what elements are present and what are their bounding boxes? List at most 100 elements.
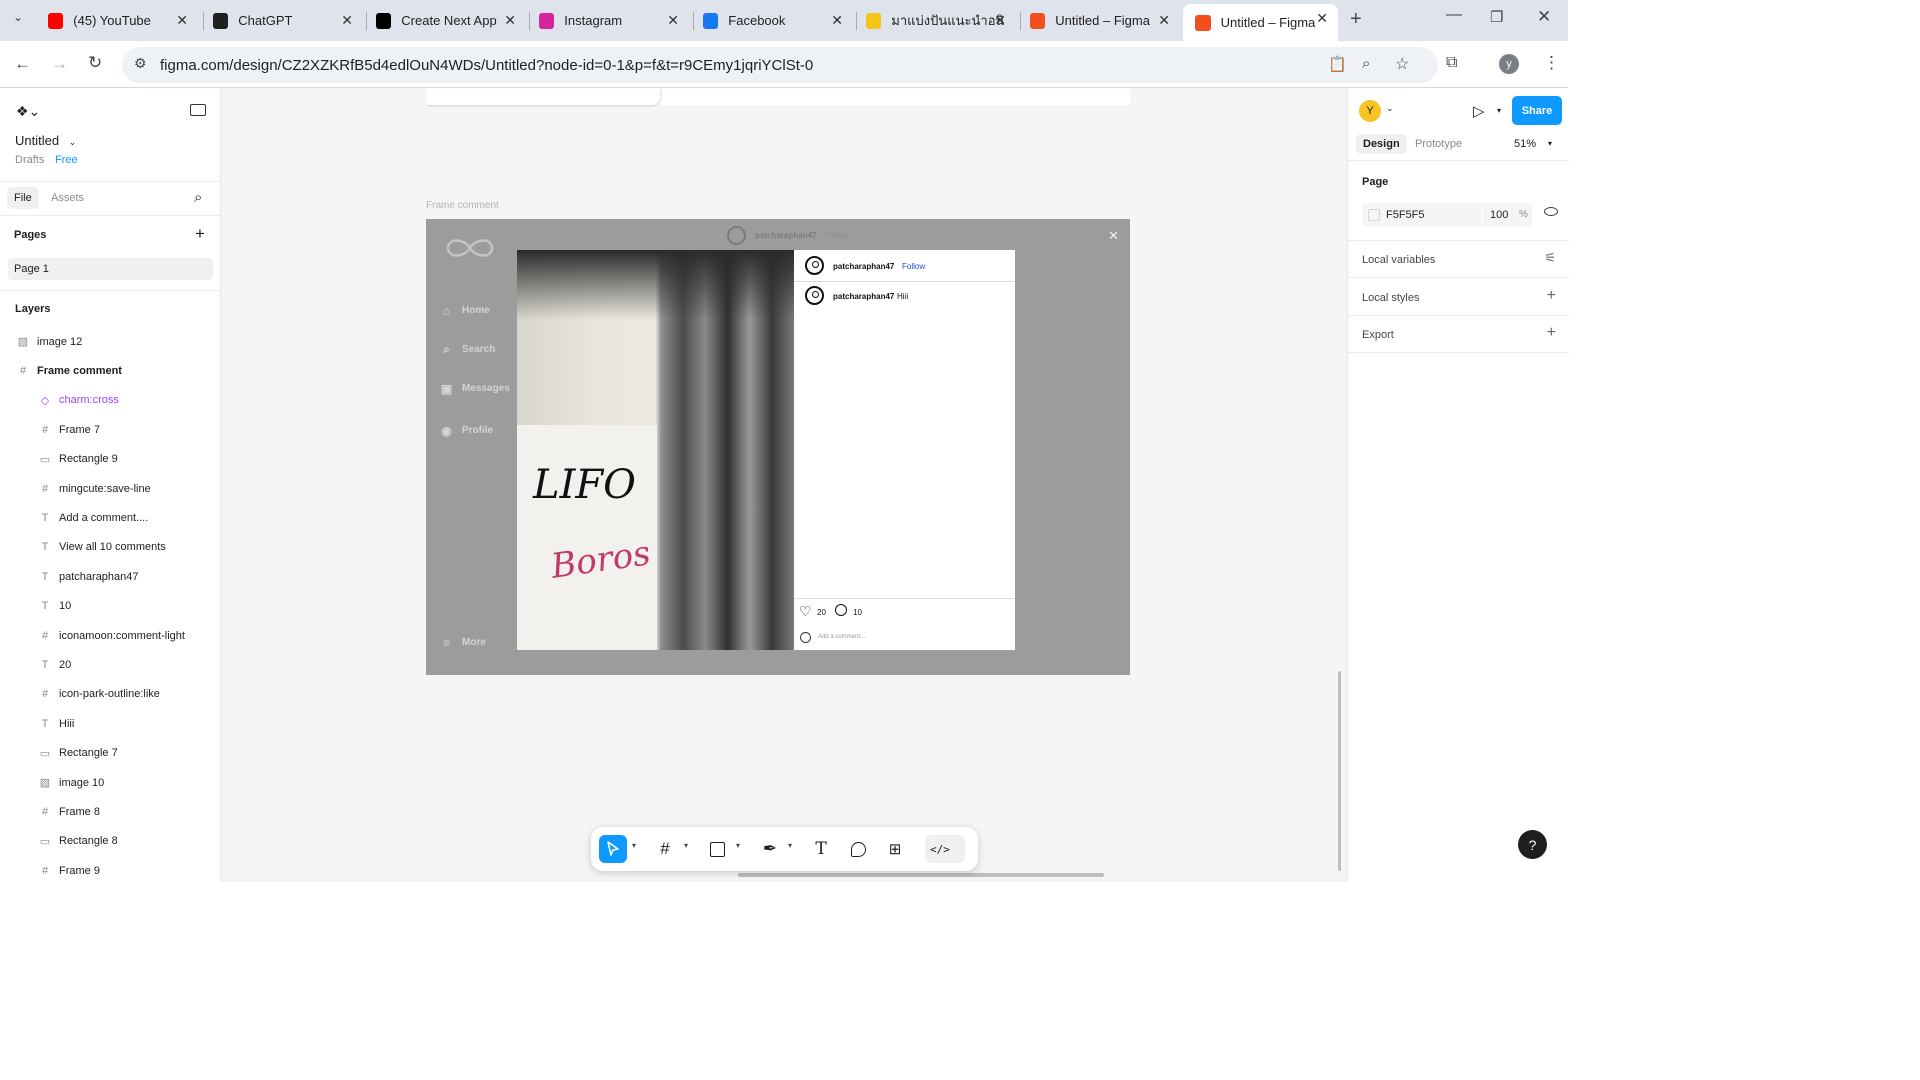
move-tool-button[interactable]	[599, 835, 627, 863]
url-omnibox[interactable]: ⚙ figma.com/design/CZ2XZKRfB5d4edlOuN4WD…	[122, 47, 1438, 83]
layer-row[interactable]: T Hiii	[0, 709, 220, 738]
present-play-icon[interactable]: ▷	[1473, 102, 1485, 120]
avatar-chevron-icon[interactable]: ⌄	[1386, 103, 1394, 114]
layer-row[interactable]: T View all 10 comments	[0, 533, 220, 562]
close-window-icon[interactable]: ✕	[1537, 7, 1551, 27]
browser-tab[interactable]: (45) YouTube ✕	[48, 6, 188, 35]
frame-comment[interactable]: ⌂ Home ⌕ Search ▣ Messages ◉ Profile ≡ More p…	[426, 219, 1130, 675]
tab-file[interactable]: File	[7, 187, 39, 209]
layer-row[interactable]: # mingcute:save-line	[0, 474, 220, 503]
page-color-swatch[interactable]	[1368, 209, 1380, 221]
text-tool-button[interactable]: T	[807, 835, 835, 863]
layer-row[interactable]: # Frame 9	[0, 856, 220, 882]
export-label[interactable]: Export	[1362, 329, 1394, 341]
comment-tool-button[interactable]	[844, 835, 872, 863]
close-tab-icon[interactable]: ✕	[341, 12, 353, 29]
layer-row[interactable]: ▭ Rectangle 9	[0, 445, 220, 474]
horizontal-scrollbar[interactable]	[738, 873, 1104, 877]
frame-tool-chevron-icon[interactable]: ▾	[684, 841, 688, 850]
layer-row[interactable]: T Add a comment....	[0, 503, 220, 532]
local-styles-label[interactable]: Local styles	[1362, 292, 1419, 304]
add-export-plus-icon[interactable]: +	[1547, 324, 1556, 342]
move-tool-chevron-icon[interactable]: ▾	[632, 841, 636, 850]
tab-assets[interactable]: Assets	[51, 192, 84, 204]
browser-tab[interactable]: Untitled – Figma ✕	[1030, 6, 1170, 35]
site-settings-icon[interactable]: ⚙	[134, 55, 147, 72]
post-username[interactable]: patcharaphan47	[833, 262, 894, 271]
shape-tool-button[interactable]	[703, 835, 731, 863]
add-page-plus-icon[interactable]: +	[195, 224, 205, 244]
add-style-plus-icon[interactable]: +	[1547, 287, 1556, 305]
forward-arrow-icon[interactable]: →	[51, 54, 68, 74]
nav-home[interactable]: ⌂ Home	[440, 304, 490, 318]
actions-tool-button[interactable]: ⊞	[881, 835, 909, 863]
add-comment-input[interactable]: Add a comment....	[818, 634, 867, 640]
back-arrow-icon[interactable]: ←	[14, 54, 31, 74]
new-tab-plus-icon[interactable]: +	[1350, 8, 1362, 31]
close-tab-icon[interactable]: ✕	[504, 12, 516, 29]
local-variables-label[interactable]: Local variables	[1362, 254, 1435, 266]
frame-tool-button[interactable]: #	[651, 835, 679, 863]
nav-messages[interactable]: ▣ Messages	[440, 382, 510, 396]
figma-main-menu-icon[interactable]: ❖⌄	[16, 103, 40, 120]
close-tab-icon[interactable]: ✕	[1316, 10, 1328, 27]
tab-prototype[interactable]: Prototype	[1415, 138, 1462, 150]
browser-tab[interactable]: มาแบ่งปันแนะนำอนิ ✕	[866, 6, 1006, 35]
clipboard-icon[interactable]: 📋	[1328, 55, 1347, 73]
layer-row[interactable]: ▭ Rectangle 7	[0, 739, 220, 768]
extensions-icon[interactable]: ⧉	[1446, 54, 1457, 72]
page-item-page-1[interactable]: Page 1	[8, 258, 213, 280]
layer-row[interactable]: ▨ image 10	[0, 768, 220, 797]
nav-profile[interactable]: ◉ Profile	[440, 424, 493, 438]
emoji-smile-icon[interactable]	[800, 632, 811, 643]
profile-avatar[interactable]: y	[1499, 54, 1519, 74]
browser-tab[interactable]: Instagram ✕	[539, 6, 679, 35]
url-text[interactable]: figma.com/design/CZ2XZKRfB5d4edlOuN4WDs/…	[160, 57, 813, 74]
zoom-level[interactable]: 51%	[1514, 138, 1536, 150]
visibility-eye-icon[interactable]	[1544, 207, 1558, 216]
layer-row[interactable]: T 20	[0, 650, 220, 679]
frame-label[interactable]: Frame comment	[426, 200, 499, 211]
page-opacity[interactable]: 100	[1490, 209, 1508, 221]
browser-menu-icon[interactable]: ⋮	[1543, 53, 1560, 73]
layer-row[interactable]: # icon-park-outline:like	[0, 680, 220, 709]
close-tab-icon[interactable]: ✕	[831, 12, 843, 29]
reload-icon[interactable]: ↻	[88, 53, 102, 73]
tab-search-chevron-icon[interactable]: ⌄	[13, 10, 23, 24]
bookmark-star-icon[interactable]: ☆	[1395, 54, 1409, 74]
browser-tab[interactable]: Facebook ✕	[703, 6, 843, 35]
design-canvas[interactable]: Frame comment ⌂ Home ⌕ Search ▣ Messages ◉ P…	[221, 88, 1347, 882]
browser-tab[interactable]: ChatGPT ✕	[213, 6, 353, 35]
restore-icon[interactable]: ❐	[1490, 8, 1503, 26]
layer-row[interactable]: # iconamoon:comment-light	[0, 621, 220, 650]
follow-link[interactable]: Follow	[902, 262, 925, 271]
layer-row[interactable]: ▭ Rectangle 8	[0, 827, 220, 856]
close-tab-icon[interactable]: ✕	[176, 12, 188, 29]
tab-design[interactable]: Design	[1356, 134, 1407, 154]
page-color-field[interactable]: F5F5F5 100 %	[1362, 203, 1532, 227]
comment-avatar[interactable]	[805, 286, 824, 305]
pen-tool-button[interactable]: ✒	[756, 835, 784, 863]
shape-tool-chevron-icon[interactable]: ▾	[736, 841, 740, 850]
share-button[interactable]: Share	[1512, 96, 1562, 125]
layer-row[interactable]: Tpatcharaphan47	[0, 562, 220, 591]
file-location[interactable]: Drafts	[15, 154, 44, 166]
toggle-sidebar-icon[interactable]	[190, 104, 206, 116]
help-button[interactable]: ?	[1518, 830, 1547, 859]
dev-mode-toggle[interactable]: </>	[925, 835, 965, 863]
zoom-chevron-icon[interactable]: ▾	[1548, 139, 1552, 148]
layer-row[interactable]: ▨ image 12	[0, 327, 220, 356]
nav-more[interactable]: ≡ More	[440, 636, 486, 650]
post-author-avatar[interactable]	[805, 256, 824, 275]
comment-username[interactable]: patcharaphan47	[833, 292, 894, 301]
page-color-hex[interactable]: F5F5F5	[1386, 209, 1425, 221]
layer-row[interactable]: # Frame comment	[0, 356, 220, 385]
user-avatar[interactable]: Y	[1359, 100, 1381, 122]
layer-row[interactable]: # Frame 7	[0, 415, 220, 444]
browser-tab[interactable]: Create Next App ✕	[376, 6, 516, 35]
present-chevron-icon[interactable]: ▾	[1497, 106, 1501, 115]
nav-search[interactable]: ⌕ Search	[440, 342, 495, 356]
zoom-icon[interactable]: ⌕	[1362, 55, 1370, 72]
layer-row[interactable]: T 10	[0, 592, 220, 621]
comment-bubble-icon[interactable]	[835, 604, 847, 616]
